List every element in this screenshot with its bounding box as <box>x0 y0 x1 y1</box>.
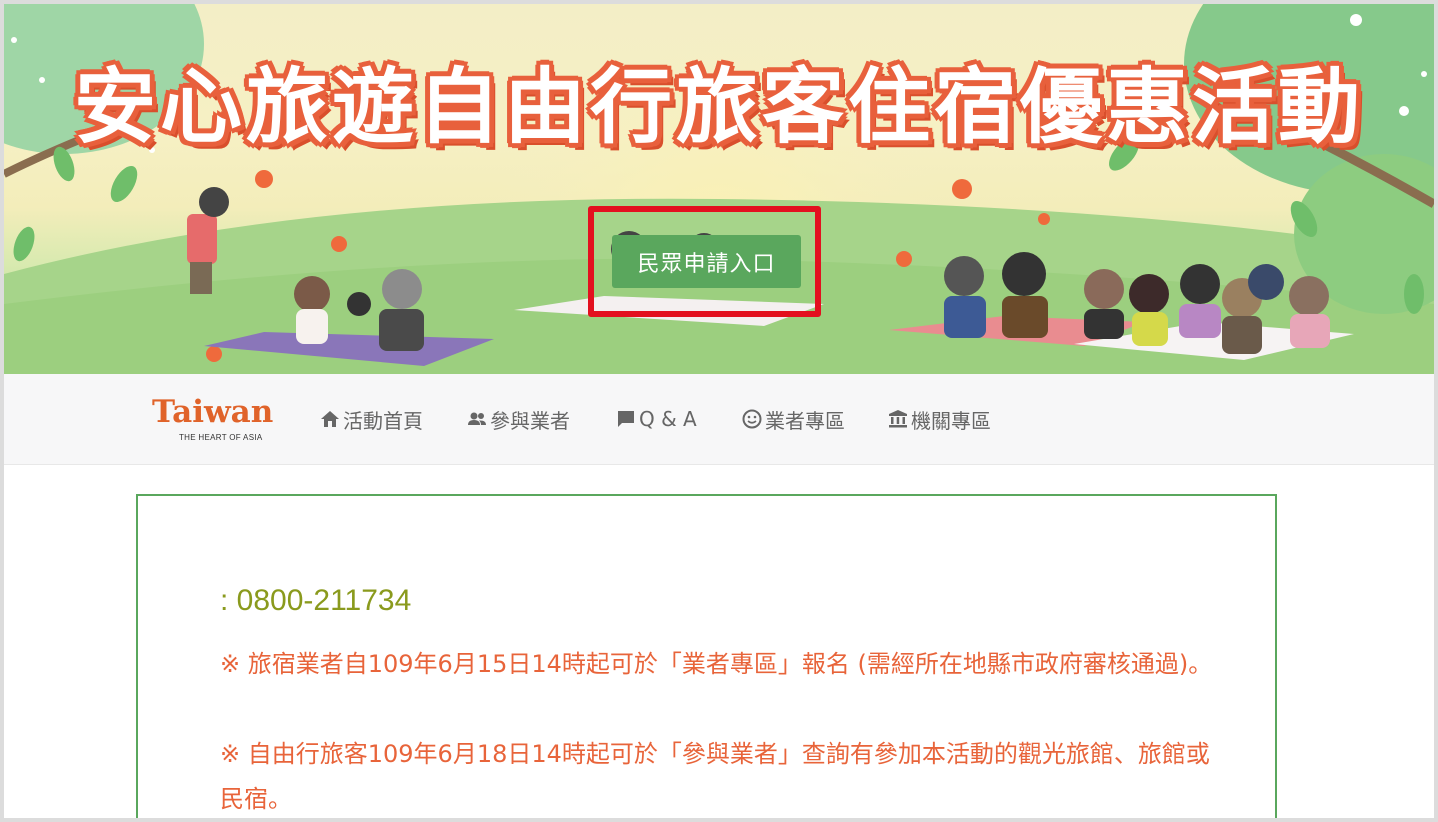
nav-item-vendors[interactable]: 參與業者 <box>467 404 570 434</box>
users-icon <box>468 412 486 425</box>
notice-vendor-registration: ※ 旅宿業者自109年6月15日14時起可於「業者專區」報名 (需經所在地縣市政… <box>220 650 1213 678</box>
comment-icon <box>618 411 634 427</box>
campaign-title: 安心旅遊自由行旅客住宿優惠活動 <box>73 60 1364 155</box>
hotline-number: : 0800-211734 <box>220 584 412 617</box>
smile-icon <box>742 409 762 429</box>
nav-item-label: 參與業者 <box>490 408 570 433</box>
browser-viewport: 安心旅遊自由行旅客住宿優惠活動 民眾申請入口 Taiwan THE HEART … <box>4 4 1434 818</box>
home-icon <box>321 411 339 427</box>
nav-item-label: 機關專區 <box>911 408 991 433</box>
nav-item-label: 活動首頁 <box>343 408 423 433</box>
taiwan-logo[interactable]: Taiwan THE HEART OF ASIA <box>152 394 292 444</box>
nav-item-home[interactable]: 活動首頁 <box>320 404 423 434</box>
notice-traveler-query: ※ 自由行旅客109年6月18日14時起可於「參與業者」查詢有參加本活動的觀光旅… <box>220 740 1210 813</box>
brand-name: Taiwan <box>152 394 274 430</box>
brand-tagline: THE HEART OF ASIA <box>179 433 263 442</box>
nav-item-label: Q & A <box>639 407 697 431</box>
public-apply-button[interactable]: 民眾申請入口 <box>612 235 801 288</box>
hero-banner: 安心旅遊自由行旅客住宿優惠活動 民眾申請入口 <box>4 4 1434 374</box>
nav-item-agency[interactable]: 機關專區 <box>888 404 991 434</box>
nav-item-label: 業者專區 <box>765 408 845 433</box>
institution-icon <box>889 410 907 428</box>
main-navbar: Taiwan THE HEART OF ASIA 活動首頁 參與業者 Q & A… <box>4 374 1434 465</box>
nav-item-qa[interactable]: Q & A <box>616 404 697 434</box>
nav-item-business[interactable]: 業者專區 <box>742 404 845 434</box>
announcement-panel: : 0800-211734 ※ 旅宿業者自109年6月15日14時起可於「業者專… <box>136 494 1277 818</box>
